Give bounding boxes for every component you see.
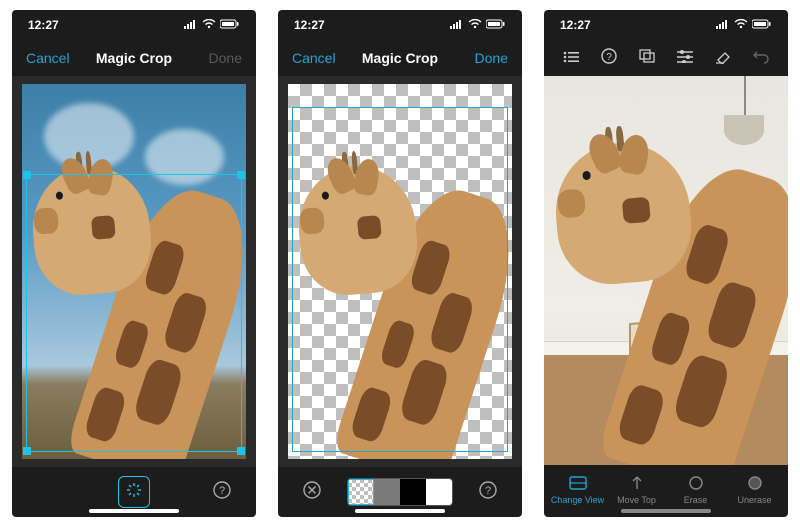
help-button[interactable]: ? bbox=[597, 46, 621, 70]
action-label: Unerase bbox=[737, 495, 771, 505]
status-time: 12:27 bbox=[294, 18, 325, 32]
status-right bbox=[716, 18, 772, 32]
action-erase[interactable]: Erase bbox=[666, 473, 725, 505]
layers-icon bbox=[638, 48, 656, 68]
help-icon: ? bbox=[212, 480, 232, 505]
layers-button[interactable] bbox=[635, 46, 659, 70]
cancel-button[interactable]: Cancel bbox=[26, 50, 86, 66]
home-indicator[interactable] bbox=[89, 509, 179, 513]
screen-3-composite-editor: 12:27 ? bbox=[544, 10, 788, 517]
cancel-button[interactable]: Cancel bbox=[292, 50, 352, 66]
photo-cutout bbox=[288, 84, 512, 459]
home-indicator[interactable] bbox=[355, 509, 445, 513]
action-label: Move Top bbox=[617, 495, 656, 505]
swatch-gray[interactable] bbox=[374, 479, 400, 505]
swatch-transparent[interactable] bbox=[348, 479, 374, 505]
battery-icon bbox=[220, 18, 240, 32]
svg-text:?: ? bbox=[219, 485, 225, 497]
action-unerase[interactable]: Unerase bbox=[725, 473, 784, 505]
battery-icon bbox=[486, 18, 506, 32]
photo-original bbox=[22, 84, 246, 459]
status-right bbox=[450, 18, 506, 32]
signal-icon bbox=[716, 18, 730, 32]
wifi-icon bbox=[734, 18, 748, 32]
status-bar: 12:27 bbox=[278, 10, 522, 40]
action-label: Change View bbox=[551, 495, 604, 505]
crop-rectangle[interactable] bbox=[26, 174, 241, 452]
close-icon bbox=[302, 480, 322, 505]
unerase-icon bbox=[745, 473, 765, 493]
editor-canvas[interactable] bbox=[278, 76, 522, 467]
help-button[interactable]: ? bbox=[206, 476, 238, 508]
help-button[interactable]: ? bbox=[472, 476, 504, 508]
status-time: 12:27 bbox=[28, 18, 59, 32]
wifi-icon bbox=[468, 18, 482, 32]
nav-title: Magic Crop bbox=[96, 50, 172, 66]
action-label: Erase bbox=[684, 495, 708, 505]
swatch-white[interactable] bbox=[426, 479, 452, 505]
top-tool-row: ? bbox=[544, 40, 788, 76]
svg-text:?: ? bbox=[606, 52, 612, 63]
wifi-icon bbox=[202, 18, 216, 32]
layer-giraffe[interactable] bbox=[544, 115, 788, 465]
screen-1-magic-crop-initial: 12:27 Cancel Magic Crop Done bbox=[12, 10, 256, 517]
editor-canvas[interactable] bbox=[12, 76, 256, 467]
magic-select-button[interactable] bbox=[118, 476, 150, 508]
nav-bar: Cancel Magic Crop Done bbox=[278, 40, 522, 76]
action-change-view[interactable]: Change View bbox=[548, 473, 607, 505]
sliders-icon bbox=[676, 49, 694, 67]
change-view-icon bbox=[568, 473, 588, 493]
list-icon bbox=[563, 50, 579, 67]
signal-icon bbox=[450, 18, 464, 32]
action-move-top[interactable]: Move Top bbox=[607, 473, 666, 505]
nav-title: Magic Crop bbox=[362, 50, 438, 66]
background-palette bbox=[347, 478, 453, 506]
screen-2-magic-crop-result: 12:27 Cancel Magic Crop Done bbox=[278, 10, 522, 517]
help-icon: ? bbox=[478, 480, 498, 505]
help-icon: ? bbox=[600, 47, 618, 69]
crop-rectangle[interactable] bbox=[292, 107, 507, 452]
eraser-icon bbox=[714, 48, 732, 68]
status-bar: 12:27 bbox=[12, 10, 256, 40]
status-right bbox=[184, 18, 240, 32]
battery-icon bbox=[752, 18, 772, 32]
magic-select-icon bbox=[125, 481, 143, 504]
home-indicator[interactable] bbox=[621, 509, 711, 513]
status-bar: 12:27 bbox=[544, 10, 788, 40]
svg-text:?: ? bbox=[485, 485, 491, 497]
sliders-button[interactable] bbox=[673, 46, 697, 70]
done-button[interactable]: Done bbox=[182, 50, 242, 66]
done-button[interactable]: Done bbox=[448, 50, 508, 66]
swatch-black[interactable] bbox=[400, 479, 426, 505]
undo-icon bbox=[752, 48, 770, 68]
signal-icon bbox=[184, 18, 198, 32]
list-button[interactable] bbox=[559, 46, 583, 70]
eraser-button[interactable] bbox=[711, 46, 735, 70]
close-button[interactable] bbox=[296, 476, 328, 508]
nav-bar: Cancel Magic Crop Done bbox=[12, 40, 256, 76]
status-time: 12:27 bbox=[560, 18, 591, 32]
undo-button[interactable] bbox=[749, 46, 773, 70]
erase-icon bbox=[686, 473, 706, 493]
move-top-icon bbox=[627, 473, 647, 493]
composite-canvas[interactable] bbox=[544, 76, 788, 465]
